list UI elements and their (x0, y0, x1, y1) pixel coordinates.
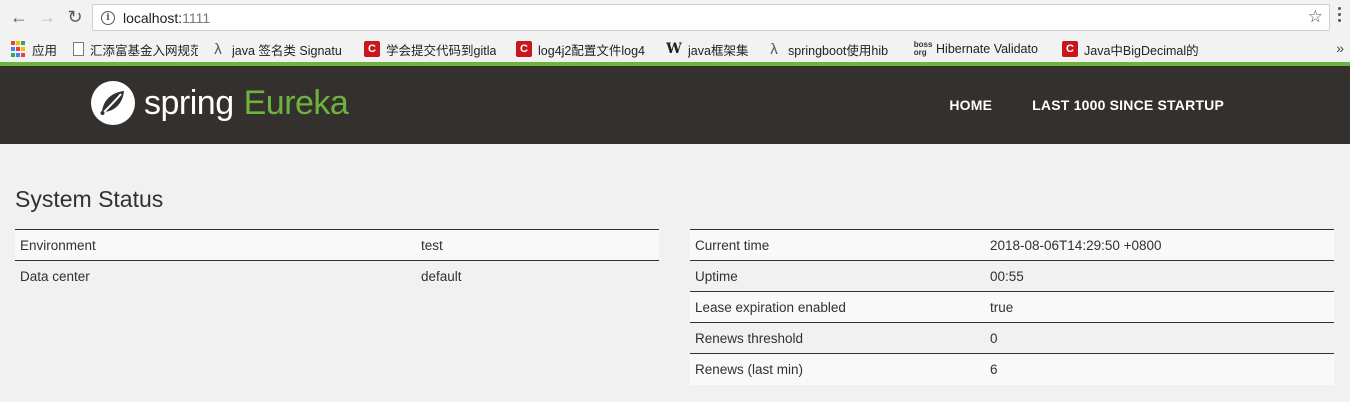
row-value: 2018-08-06T14:29:50 +0800 (985, 229, 1334, 261)
row-value: 0 (985, 322, 1334, 354)
bookmark-label: Hibernate Validato (936, 42, 1038, 56)
row-value: 6 (985, 353, 1334, 385)
row-value: true (985, 291, 1334, 323)
logo-eureka-text: Eureka (243, 83, 349, 122)
eureka-header: spring Eureka HOME LAST 1000 SINCE STARTU… (0, 66, 1350, 144)
forward-arrow-icon[interactable]: → (36, 6, 58, 28)
bookmark-label: springboot使用hib (788, 43, 889, 58)
spring-leaf-icon (91, 81, 135, 125)
logo-spring-text: spring (144, 83, 234, 122)
bookmark-label: java 签名类 Signatu (232, 43, 342, 58)
bookmarks-bar: 应用 汇添富基金入网规范 λ java 签名类 Signatu C 学会提交代码… (0, 36, 1350, 62)
bookmark-item[interactable]: C Java中BigDecimal的 (1062, 40, 1198, 59)
jboss-icon: jboss.org (914, 41, 933, 57)
browser-menu-icon[interactable] (1332, 7, 1346, 22)
address-bar[interactable]: i localhost:1111 ☆ (92, 4, 1330, 31)
table-row: Current time 2018-08-06T14:29:50 +0800 (690, 229, 1334, 261)
row-key: Renews (last min) (690, 353, 985, 385)
table-row: Environment test (15, 229, 659, 261)
table-row: Renews threshold 0 (690, 322, 1334, 354)
bookmark-label: java框架集 (688, 43, 749, 58)
csdn-icon: C (516, 41, 533, 57)
table-row: Data center default (15, 260, 659, 292)
bookmark-item[interactable]: C log4j2配置文件log4 (516, 40, 652, 59)
system-info-table: Environment test Data center default (15, 229, 659, 292)
bookmark-label: 汇添富基金入网规范 (90, 43, 199, 58)
table-row: Renews (last min) 6 (690, 353, 1334, 385)
bookmark-item[interactable]: λ springboot使用hib (766, 40, 902, 59)
bookmark-label: Java中BigDecimal的 (1084, 43, 1199, 58)
bookmark-label: log4j2配置文件log4 (538, 43, 646, 58)
browser-nav: ← → ↻ (8, 6, 86, 28)
bookmark-item[interactable]: C 学会提交代码到gitla (364, 40, 504, 59)
lambda-icon: λ (770, 40, 778, 58)
url-host: localhost: (123, 9, 183, 26)
info-icon[interactable]: i (101, 10, 115, 25)
bookmark-star-icon[interactable]: ☆ (1308, 7, 1323, 27)
reload-icon[interactable]: ↻ (64, 6, 86, 28)
table-row: Lease expiration enabled true (690, 291, 1334, 323)
top-nav: HOME LAST 1000 SINCE STARTUP (949, 97, 1224, 113)
row-key: Environment (15, 229, 416, 261)
bookmark-item[interactable]: jboss.org Hibernate Validato (914, 41, 1052, 57)
url-text[interactable]: localhost:1111 (123, 10, 210, 26)
table-row: Uptime 00:55 (690, 260, 1334, 292)
doc-icon (73, 42, 85, 56)
nav-home-link[interactable]: HOME (949, 97, 992, 113)
nav-last-1000-link[interactable]: LAST 1000 SINCE STARTUP (1032, 97, 1224, 113)
bookmark-item[interactable]: λ java 签名类 Signatu (210, 40, 350, 59)
wikipedia-icon: W (666, 41, 682, 57)
page-title: System Status (15, 186, 164, 212)
url-port: 1111 (182, 9, 211, 26)
row-key: Renews threshold (690, 322, 985, 354)
bookmark-item[interactable]: 汇添富基金入网规范 (73, 40, 198, 59)
row-key: Lease expiration enabled (690, 291, 985, 323)
csdn-icon: C (364, 41, 381, 57)
bookmarks-overflow-button[interactable]: » (1336, 40, 1344, 56)
bookmark-apps[interactable]: 应用 (10, 40, 57, 59)
back-arrow-icon[interactable]: ← (8, 6, 30, 28)
status-metrics-table: Current time 2018-08-06T14:29:50 +0800 U… (690, 229, 1334, 385)
row-key: Uptime (690, 260, 985, 292)
spring-eureka-logo[interactable]: spring Eureka (90, 80, 349, 126)
row-value: 00:55 (985, 260, 1334, 292)
lambda-icon: λ (214, 40, 222, 58)
row-value: test (416, 229, 659, 261)
csdn-icon: C (1062, 41, 1079, 57)
bookmark-item[interactable]: W java框架集 (666, 40, 756, 59)
row-value: default (416, 260, 659, 292)
bookmark-label: 学会提交代码到gitla (386, 43, 497, 58)
apps-icon (10, 41, 26, 57)
browser-chrome: ← → ↻ i localhost:1111 ☆ 应用 汇添富基金入网规范 λ … (0, 0, 1350, 66)
row-key: Current time (690, 229, 985, 261)
main-content: System Status Environment test Data cent… (0, 144, 1350, 402)
row-key: Data center (15, 260, 416, 292)
bookmark-label: 应用 (32, 43, 58, 58)
